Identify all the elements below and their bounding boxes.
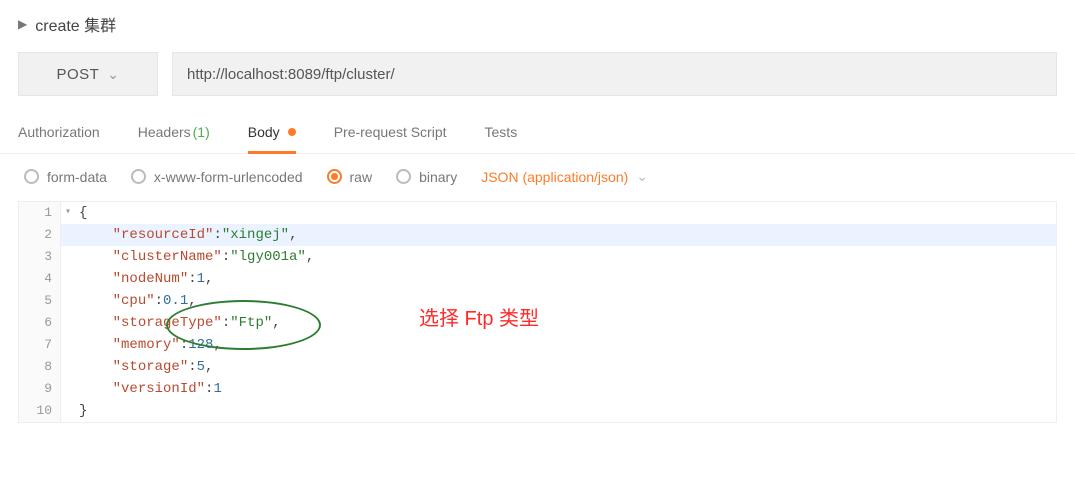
- request-line: POST ⌄ http://localhost:8089/ftp/cluster…: [0, 52, 1075, 110]
- code-content[interactable]: "storageType":"Ftp",: [75, 312, 1056, 334]
- line-number: 4: [19, 268, 61, 290]
- tab-label: Authorization: [18, 124, 100, 140]
- code-content[interactable]: }: [75, 400, 1056, 422]
- radio-icon: [24, 169, 39, 184]
- request-header[interactable]: ▶ create 集群: [0, 0, 1075, 52]
- body-type-x-www-form-urlencoded[interactable]: x-www-form-urlencoded: [131, 169, 303, 185]
- request-title: create 集群: [35, 12, 116, 36]
- radio-icon: [327, 169, 342, 184]
- tab-label: Body: [248, 124, 280, 140]
- editor-line[interactable]: 5 "cpu":0.1,: [19, 290, 1056, 312]
- editor-line[interactable]: 4 "nodeNum":1,: [19, 268, 1056, 290]
- tab-label: Tests: [485, 124, 518, 140]
- http-method-label: POST: [56, 66, 99, 83]
- editor-line[interactable]: 9 "versionId":1: [19, 378, 1056, 400]
- code-content[interactable]: "clusterName":"lgy001a",: [75, 246, 1056, 268]
- line-number: 5: [19, 290, 61, 312]
- editor-line[interactable]: 10}: [19, 400, 1056, 422]
- body-type-form-data[interactable]: form-data: [24, 169, 107, 185]
- line-number: 7: [19, 334, 61, 356]
- tab-body[interactable]: Body: [248, 110, 296, 153]
- body-editor[interactable]: 1▾{2 "resourceId":"xingej",3 "clusterNam…: [18, 201, 1057, 423]
- body-type-raw[interactable]: raw: [327, 169, 373, 185]
- editor-line[interactable]: 1▾{: [19, 202, 1056, 224]
- radio-icon: [396, 169, 411, 184]
- body-type-label: form-data: [47, 169, 107, 185]
- tab-headers[interactable]: Headers (1): [138, 110, 210, 153]
- tab-label: Headers: [138, 124, 191, 140]
- editor-line[interactable]: 2 "resourceId":"xingej",: [19, 224, 1056, 246]
- line-number: 10: [19, 400, 61, 422]
- code-content[interactable]: "cpu":0.1,: [75, 290, 1056, 312]
- tab-tests[interactable]: Tests: [485, 110, 518, 153]
- code-content[interactable]: "storage":5,: [75, 356, 1056, 378]
- tab-pre-request-script[interactable]: Pre-request Script: [334, 110, 447, 153]
- tab-count: (1): [193, 124, 210, 140]
- body-type-options: form-data x-www-form-urlencoded raw binary J…: [0, 154, 1075, 193]
- editor-line[interactable]: 8 "storage":5,: [19, 356, 1056, 378]
- code-content[interactable]: "versionId":1: [75, 378, 1056, 400]
- editor-line[interactable]: 6 "storageType":"Ftp",: [19, 312, 1056, 334]
- line-number: 6: [19, 312, 61, 334]
- line-number: 1: [19, 202, 61, 224]
- collapse-caret-icon[interactable]: ▶: [18, 17, 27, 31]
- code-content[interactable]: {: [75, 202, 1056, 224]
- tab-label: Pre-request Script: [334, 124, 447, 140]
- chevron-down-icon: ⌄: [636, 168, 648, 185]
- line-number: 3: [19, 246, 61, 268]
- line-number: 9: [19, 378, 61, 400]
- body-type-label: x-www-form-urlencoded: [154, 169, 303, 185]
- content-type-selector[interactable]: JSON (application/json) ⌄: [481, 168, 648, 185]
- line-number: 8: [19, 356, 61, 378]
- fold-icon[interactable]: ▾: [61, 202, 75, 224]
- code-content[interactable]: "nodeNum":1,: [75, 268, 1056, 290]
- dirty-dot-icon: [288, 128, 296, 136]
- body-type-binary[interactable]: binary: [396, 169, 457, 185]
- url-input[interactable]: http://localhost:8089/ftp/cluster/: [172, 52, 1057, 96]
- tab-authorization[interactable]: Authorization: [18, 110, 100, 153]
- line-number: 2: [19, 224, 61, 246]
- radio-icon: [131, 169, 146, 184]
- chevron-down-icon: ⌄: [107, 66, 119, 83]
- code-content[interactable]: "memory":128,: [75, 334, 1056, 356]
- body-type-label: raw: [350, 169, 373, 185]
- editor-line[interactable]: 7 "memory":128,: [19, 334, 1056, 356]
- editor-line[interactable]: 3 "clusterName":"lgy001a",: [19, 246, 1056, 268]
- request-tabs: Authorization Headers (1) Body Pre-request …: [0, 110, 1075, 154]
- content-type-label: JSON (application/json): [481, 169, 628, 185]
- url-text: http://localhost:8089/ftp/cluster/: [187, 66, 395, 83]
- body-type-label: binary: [419, 169, 457, 185]
- code-content[interactable]: "resourceId":"xingej",: [75, 224, 1056, 246]
- http-method-selector[interactable]: POST ⌄: [18, 52, 158, 96]
